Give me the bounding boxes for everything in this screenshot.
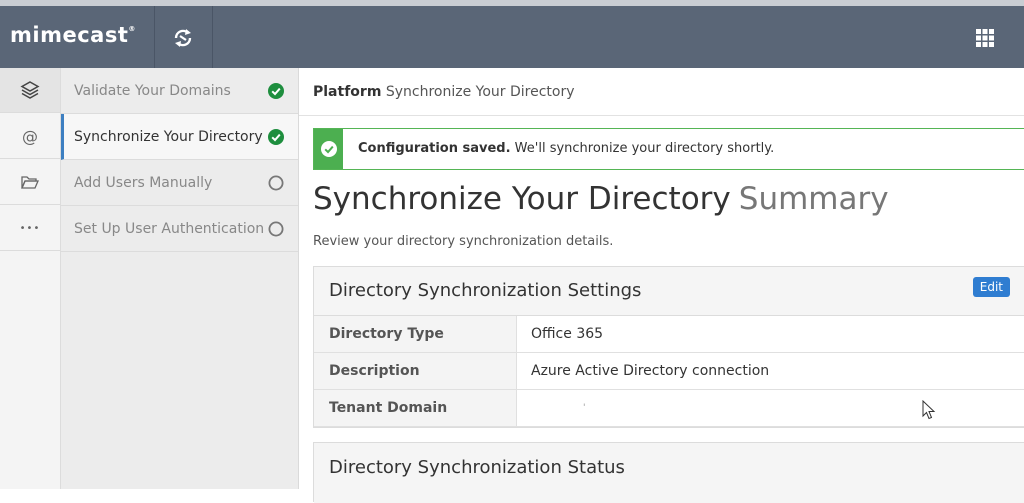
setup-steps-nav: Validate Your Domains Synchronize Your D… — [61, 68, 299, 489]
top-header: mimecast® — [0, 6, 1024, 68]
table-row: Tenant Domain ' — [314, 390, 1024, 427]
layers-icon — [20, 81, 40, 99]
page-title-main: Synchronize Your Directory — [313, 181, 731, 217]
page-description: Review your directory synchronization de… — [313, 234, 614, 249]
folder-open-icon — [21, 176, 39, 189]
logo-text: mimecast — [10, 23, 129, 47]
edit-button[interactable]: Edit — [972, 277, 1010, 297]
alert-strong: Configuration saved. — [358, 141, 511, 156]
logo-mark: ® — [128, 25, 136, 33]
row-key: Tenant Domain — [314, 390, 517, 426]
alert-message: Configuration saved. We'll synchronize y… — [358, 141, 774, 156]
icon-rail: @ ••• — [0, 68, 61, 489]
mouse-pointer-icon — [922, 400, 936, 420]
check-circle-icon — [268, 129, 284, 145]
header-divider — [212, 6, 213, 68]
sync-button[interactable] — [164, 23, 202, 53]
table-row: Description Azure Active Directory conne… — [314, 353, 1024, 390]
status-panel-header: Directory Synchronization Status — [314, 443, 1024, 503]
page-title-subtitle: Summary — [738, 181, 889, 217]
rail-item-more[interactable]: ••• — [0, 206, 60, 251]
rail-item-folders[interactable] — [0, 160, 60, 205]
rail-item-email[interactable]: @ — [0, 114, 60, 159]
alert-status-bar — [314, 129, 343, 169]
table-row: Directory Type Office 365 — [314, 316, 1024, 353]
step-synchronize-directory[interactable]: Synchronize Your Directory — [61, 114, 298, 160]
rail-item-platform[interactable] — [0, 68, 60, 113]
settings-panel-header: Directory Synchronization Settings Edit — [314, 267, 1024, 316]
step-label: Add Users Manually — [74, 174, 213, 191]
step-label: Synchronize Your Directory — [74, 128, 263, 145]
apps-menu-button[interactable] — [970, 26, 1000, 50]
success-alert: Configuration saved. We'll synchronize y… — [313, 128, 1024, 170]
check-circle-icon — [268, 83, 284, 99]
main-content: Platform Synchronize Your Directory Conf… — [299, 68, 1024, 503]
step-label: Set Up User Authentication — [74, 220, 265, 237]
breadcrumb-root[interactable]: Platform — [313, 84, 381, 100]
settings-panel: Directory Synchronization Settings Edit … — [313, 266, 1024, 428]
page-title: Synchronize Your Directory Summary — [313, 181, 889, 217]
step-validate-domains[interactable]: Validate Your Domains — [61, 68, 298, 114]
more-icon: ••• — [19, 222, 41, 234]
row-value: Office 365 — [531, 326, 604, 342]
breadcrumb: Platform Synchronize Your Directory — [313, 84, 575, 100]
empty-circle-icon — [268, 221, 284, 237]
row-value: ' — [583, 403, 586, 413]
check-circle-icon — [320, 141, 337, 157]
status-panel: Directory Synchronization Status — [313, 442, 1024, 503]
settings-panel-title: Directory Synchronization Settings — [329, 280, 642, 301]
header-divider — [154, 6, 155, 68]
mimecast-logo[interactable]: mimecast® — [10, 23, 136, 47]
grid-apps-icon — [976, 29, 994, 47]
row-key: Directory Type — [314, 316, 517, 352]
sync-icon — [174, 29, 192, 47]
row-key: Description — [314, 353, 517, 389]
status-panel-title: Directory Synchronization Status — [329, 457, 625, 478]
empty-circle-icon — [268, 175, 284, 191]
step-add-users-manually[interactable]: Add Users Manually — [61, 160, 298, 206]
breadcrumb-divider — [299, 115, 1024, 116]
breadcrumb-current: Synchronize Your Directory — [385, 84, 575, 100]
step-label: Validate Your Domains — [74, 82, 231, 99]
row-value: Azure Active Directory connection — [531, 363, 770, 379]
at-icon: @ — [22, 126, 38, 146]
step-set-up-user-authentication[interactable]: Set Up User Authentication — [61, 206, 298, 252]
alert-detail: We'll synchronize your directory shortly… — [510, 141, 775, 156]
